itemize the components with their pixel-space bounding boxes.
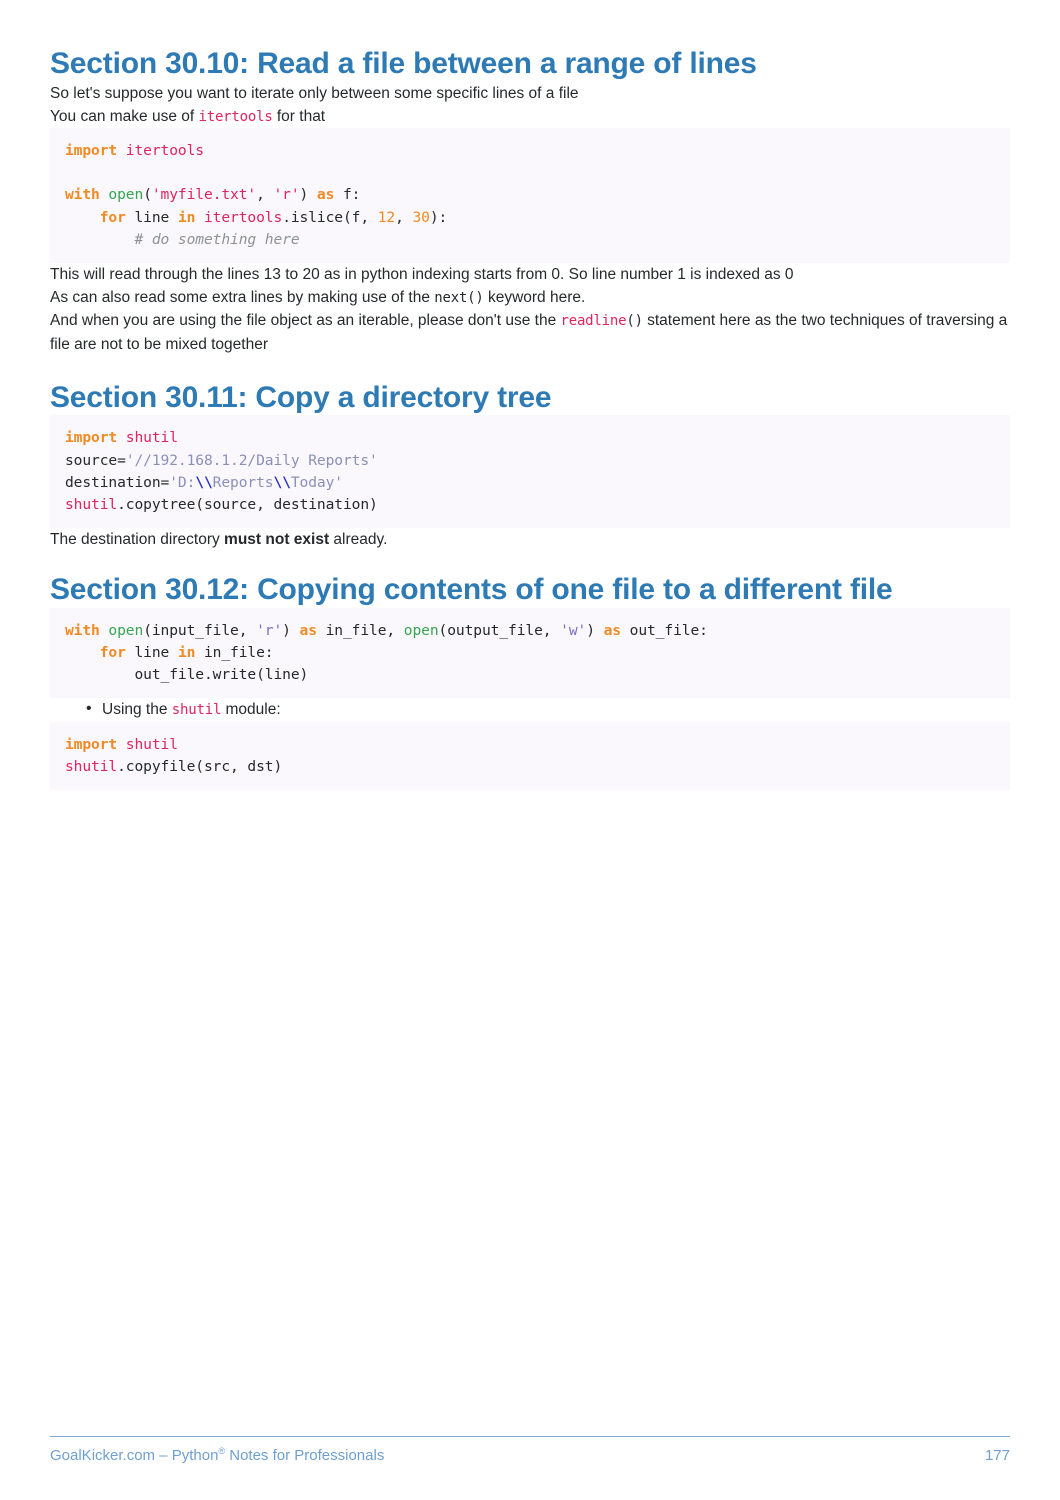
paragraph-must-not-exist: The destination directory must not exist…: [50, 528, 1010, 551]
paragraph-next-keyword: As can also read some extra lines by mak…: [50, 286, 1010, 309]
document-page: Section 30.10: Read a file between a ran…: [0, 0, 1060, 1500]
code-keyword-for: for: [99, 208, 126, 226]
code-module-itertools-ref: itertools: [195, 208, 283, 226]
paragraph-text-before-bold: The destination directory: [50, 531, 225, 549]
code-string-source-path: '//192.168.1.2/Daily Reports': [125, 451, 378, 469]
code-module-shutil-ref: shutil: [65, 757, 118, 775]
paragraph-indexing-explanation: This will read through the lines 13 to 2…: [50, 265, 794, 283]
code-block-copyfile: import shutil shutil.copyfile(src, dst): [50, 721, 1010, 790]
code-block-copytree: import shutil source='//192.168.1.2/Dail…: [50, 415, 1010, 529]
list-item: Using the shutil module:: [86, 697, 1010, 721]
code-function-open-input: open: [99, 621, 144, 639]
paragraph-intro-iterate: So let's suppose you want to iterate onl…: [50, 84, 579, 102]
code-variable-destination: destination=: [65, 473, 170, 491]
code-identifier-in-file: in_file,: [316, 621, 404, 639]
paragraph-readline-warning: And when you are using the file object a…: [50, 309, 1010, 356]
code-identifier-out-file: out_file:: [620, 621, 708, 639]
footer-book-title-suffix: Notes for Professionals: [225, 1447, 385, 1464]
code-identifier-line: line: [125, 208, 178, 226]
inline-code-shutil: shutil: [171, 702, 222, 719]
inline-code-itertools: itertools: [198, 108, 273, 125]
paragraph-text-after-code: for that: [272, 107, 326, 125]
code-keyword-for: for: [99, 643, 126, 661]
code-keyword-import: import: [65, 142, 118, 159]
code-keyword-in: in: [177, 643, 196, 661]
code-string-myfile: 'myfile.txt': [151, 186, 257, 204]
page-number: 177: [984, 1447, 1010, 1464]
code-block-copy-file-contents: with open(input_file, 'r') as in_file, o…: [50, 607, 1010, 699]
inline-code-next: next(): [434, 290, 484, 307]
code-call-islice: .islice(f,: [282, 208, 378, 226]
footer-book-title: Python: [171, 1447, 219, 1464]
code-string-mode-r: 'r': [273, 186, 300, 204]
code-block-itertools-islice: import itertools with open('myfile.txt',…: [50, 128, 1010, 263]
code-module-shutil: shutil: [117, 735, 178, 753]
code-punct: ,: [395, 208, 413, 226]
list-item-text-after-code: module:: [221, 701, 281, 719]
code-keyword-import: import: [65, 735, 118, 753]
bullet-list-shutil: Using the shutil module:: [50, 697, 1010, 721]
paragraph-text-before-code: And when you are using the file object a…: [50, 312, 561, 330]
code-identifier-line: line: [125, 643, 178, 661]
code-number-30: 30: [412, 208, 430, 226]
page-footer: GoalKicker.com – Python® Notes for Profe…: [50, 1435, 1010, 1464]
code-escape-backslash: \\: [195, 473, 213, 491]
paragraph-text-after-code: keyword here.: [483, 289, 586, 307]
footer-attribution: GoalKicker.com – Python® Notes for Profe…: [50, 1446, 384, 1464]
code-comment-do-something: # do something here: [134, 230, 300, 248]
code-call-copytree: .copytree(source, destination): [117, 495, 378, 513]
code-module-shutil-ref: shutil: [65, 495, 118, 513]
code-keyword-import: import: [65, 429, 118, 447]
code-keyword-in: in: [177, 208, 196, 226]
code-string-dest-part-b: Reports: [212, 473, 274, 491]
code-keyword-as: as: [299, 621, 317, 639]
code-keyword-with: with: [65, 621, 100, 639]
code-punct: ): [299, 186, 317, 204]
footer-separator: –: [155, 1447, 172, 1464]
code-string-dest-part-c: Today': [290, 473, 343, 491]
code-string-mode-w: 'w': [560, 621, 587, 639]
code-arg-output-file: (output_file,: [438, 621, 561, 639]
inline-code-readline: readline(): [560, 313, 644, 330]
code-keyword-with: with: [65, 186, 100, 204]
code-module-shutil: shutil: [117, 429, 178, 447]
section-heading-30-12: Section 30.12: Copying contents of one f…: [50, 573, 893, 607]
code-escape-backslash: \\: [273, 473, 291, 491]
code-keyword-as: as: [316, 186, 335, 204]
code-call-copyfile: .copyfile(src, dst): [117, 757, 283, 775]
code-string-dest-part-a: 'D:: [169, 473, 196, 491]
code-punct: ):: [429, 208, 448, 226]
code-punct: ): [282, 621, 300, 639]
code-identifier-f: f:: [334, 186, 361, 204]
paragraph-text-after-bold: already.: [329, 531, 388, 549]
code-identifier-in-file: in_file:: [195, 643, 274, 661]
code-punct: ,: [256, 186, 274, 204]
code-call-write: out_file.write(line): [134, 666, 309, 684]
section-heading-30-11: Section 30.11: Copy a directory tree: [50, 380, 552, 414]
code-arg-input-file: (input_file,: [143, 621, 257, 639]
list-item-text-before-code: Using the: [102, 701, 172, 719]
code-keyword-as: as: [603, 621, 621, 639]
paragraph-text-before-code: You can make use of: [50, 107, 199, 125]
code-module-itertools: itertools: [117, 142, 204, 159]
code-number-12: 12: [377, 208, 396, 226]
paragraph-itertools-mention: You can make use of itertools for that: [50, 105, 1010, 128]
code-punct: ): [586, 621, 604, 639]
code-punct: (: [143, 186, 152, 204]
code-function-open-output: open: [403, 621, 439, 639]
emphasis-must-not-exist: must not exist: [224, 531, 330, 549]
code-variable-source: source=: [65, 451, 126, 469]
section-heading-30-10: Section 30.10: Read a file between a ran…: [50, 47, 757, 80]
code-function-open: open: [99, 186, 144, 204]
footer-row: GoalKicker.com – Python® Notes for Profe…: [50, 1446, 1010, 1464]
footer-divider: [50, 1435, 1010, 1437]
footer-site-name: GoalKicker.com: [50, 1447, 156, 1464]
code-string-mode-r: 'r': [256, 621, 283, 639]
paragraph-text-before-code: As can also read some extra lines by mak…: [50, 289, 435, 307]
